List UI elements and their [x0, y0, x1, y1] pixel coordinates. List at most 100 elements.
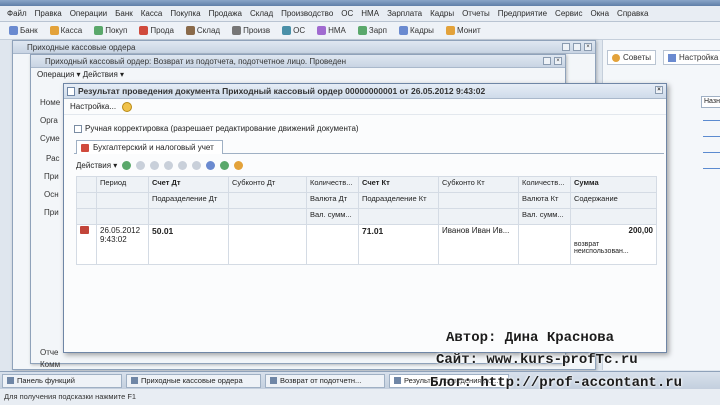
header-cell[interactable]: Валюта Кт: [518, 192, 571, 209]
header-cell: [96, 208, 149, 225]
watermark-blog: Блог: http://prof-accontant.ru: [430, 375, 683, 391]
header-cell[interactable]: Количеств...: [306, 176, 359, 193]
toolbar-monitor-button[interactable]: Монит: [441, 24, 486, 37]
menu-service[interactable]: Сервис: [551, 9, 586, 18]
table-header: Подразделение Дт Валюта Дт Подразделение…: [76, 192, 657, 209]
field-label: Суме: [40, 134, 60, 143]
sum-cell: 200,00 возврат неиспользован...: [570, 224, 657, 265]
maximize-button[interactable]: [573, 43, 581, 51]
settings-link[interactable]: Настройка...: [70, 102, 116, 111]
toolbar-warehouse-button[interactable]: Склад: [181, 24, 225, 37]
actions-menu[interactable]: Действия ▾: [76, 161, 117, 170]
menu-operations[interactable]: Операции: [66, 9, 111, 18]
minimize-button[interactable]: [562, 43, 570, 51]
tips-icon: [612, 53, 620, 62]
posting-result-window: Результат проведения документа Приходный…: [63, 83, 667, 353]
manual-correction-label: Ручная корректировка (разрешает редактир…: [85, 124, 359, 133]
toolbar-cash-button[interactable]: Касса: [45, 24, 88, 37]
menu-windows[interactable]: Окна: [586, 9, 613, 18]
header-cell[interactable]: Счет Кт: [358, 176, 439, 193]
menu-reports[interactable]: Отчеты: [458, 9, 494, 18]
edit-icon[interactable]: [150, 160, 160, 170]
menu-sales[interactable]: Продажа: [205, 9, 246, 18]
header-cell[interactable]: Период: [96, 176, 149, 193]
refresh-icon[interactable]: [220, 160, 230, 170]
link-underline: [703, 168, 720, 169]
move-up-icon[interactable]: [178, 160, 188, 170]
toolbar-sales-button[interactable]: Прода: [134, 24, 179, 37]
header-cell[interactable]: Валюта Дт: [306, 192, 359, 209]
menu-salary[interactable]: Зарплата: [383, 9, 426, 18]
add-icon[interactable]: [122, 160, 132, 170]
menu-help[interactable]: Справка: [613, 9, 652, 18]
watermark-author: Автор: Дина Краснова: [446, 330, 615, 346]
menu-os[interactable]: ОС: [337, 9, 357, 18]
header-cell[interactable]: Вал. сумм...: [306, 208, 359, 225]
window-title: Приходный кассовый ордер: Возврат из под…: [31, 55, 565, 68]
tips-button[interactable]: Советы: [607, 50, 656, 65]
menu-nma[interactable]: НМА: [357, 9, 383, 18]
move-down-icon[interactable]: [192, 160, 202, 170]
assignment-field[interactable]: Назн: [701, 96, 720, 108]
menu-enterprise[interactable]: Предприятие: [494, 9, 551, 18]
close-button[interactable]: ×: [655, 86, 663, 94]
header-cell[interactable]: Счет Дт: [148, 176, 229, 193]
debit-account-cell: 50.01: [148, 224, 229, 265]
header-cell[interactable]: Сумма: [570, 176, 657, 193]
task-cash-orders[interactable]: Приходные кассовые ордера: [126, 373, 261, 388]
header-cell[interactable]: Подразделение Кт: [358, 192, 439, 209]
header-cell[interactable]: Субконто Дт: [228, 176, 307, 193]
help-icon[interactable]: [122, 101, 133, 112]
credit-subkonto-cell: Иванов Иван Ив...: [438, 224, 519, 265]
list-icon: [131, 377, 138, 384]
close-button[interactable]: ×: [584, 43, 592, 51]
toolbar-hr-button[interactable]: Кадры: [394, 24, 439, 37]
manual-correction-checkbox[interactable]: [74, 124, 82, 133]
toolbar-nma-button[interactable]: НМА: [312, 24, 351, 37]
debit-subkonto-cell: [228, 224, 307, 265]
tab-accounting[interactable]: Бухгалтерский и налоговый учет: [76, 140, 223, 154]
field-label: Отче: [40, 348, 59, 357]
toolbar-os-button[interactable]: ОС: [277, 24, 310, 37]
header-cell: [438, 192, 519, 209]
menu-bank[interactable]: Банк: [111, 9, 137, 18]
header-cell: [438, 208, 519, 225]
window-controls: ×: [562, 43, 592, 51]
header-cell: [96, 192, 149, 209]
task-function-panel[interactable]: Панель функций: [2, 373, 122, 388]
link-underline: [703, 136, 720, 137]
settings-button[interactable]: Настройка: [663, 50, 720, 65]
accounting-icon: [81, 144, 89, 152]
menu-file[interactable]: Файл: [3, 9, 31, 18]
delete-icon[interactable]: [164, 160, 174, 170]
help-icon[interactable]: [234, 160, 244, 170]
header-cell[interactable]: Количеств...: [518, 176, 571, 193]
menu-cash[interactable]: Касса: [137, 9, 167, 18]
header-cell[interactable]: Вал. сумм...: [518, 208, 571, 225]
minimize-button[interactable]: [543, 57, 551, 65]
link-underline: [703, 152, 720, 153]
task-return-advance[interactable]: Возврат от подотчетн...: [265, 373, 385, 388]
toolbar-production-button[interactable]: Произв: [227, 24, 275, 37]
menu-production[interactable]: Производство: [277, 9, 337, 18]
document-toolbar[interactable]: Операция ▾ Действия ▾: [31, 68, 565, 82]
window-controls: ×: [655, 86, 663, 94]
table-header: Вал. сумм... Вал. сумм...: [76, 208, 657, 225]
menu-purchase[interactable]: Покупка: [166, 9, 204, 18]
sum-icon[interactable]: [206, 160, 216, 170]
table-row[interactable]: 26.05.2012 9:43:02 50.01 71.01 Иванов Ив…: [76, 224, 657, 265]
field-label: Номе: [40, 98, 61, 107]
menu-warehouse[interactable]: Склад: [246, 9, 277, 18]
toolbar-bank-button[interactable]: Банк: [4, 24, 43, 37]
header-cell[interactable]: Субконто Кт: [438, 176, 519, 193]
toolbar-purchase-button[interactable]: Покуп: [89, 24, 132, 37]
header-cell[interactable]: Подразделение Дт: [148, 192, 229, 209]
toolbar-salary-button[interactable]: Зарп: [353, 24, 392, 37]
header-cell[interactable]: Содержание: [570, 192, 657, 209]
menu-hr[interactable]: Кадры: [426, 9, 458, 18]
copy-icon[interactable]: [136, 160, 146, 170]
menu-edit[interactable]: Правка: [31, 9, 66, 18]
close-button[interactable]: ×: [554, 57, 562, 65]
panel-icon: [7, 377, 14, 384]
status-bar: Для получения подсказки нажмите F1: [0, 389, 720, 405]
